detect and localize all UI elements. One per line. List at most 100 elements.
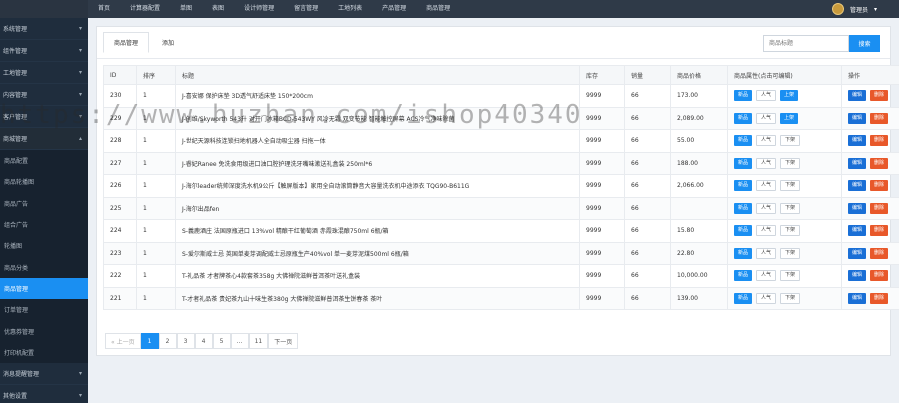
table-row[interactable]: 229 1 J-创维/Skyworth 543升 对开门冰箱BCD-543WY 风冷… [103,106,899,130]
shelf-toggle-button[interactable]: 下架 [780,292,801,304]
sidebar-group[interactable]: 系统管理 ▾ [0,18,88,40]
edit-button[interactable]: 编辑 [848,157,867,169]
topnav-item[interactable]: 计算器配置 [120,0,170,18]
table-row[interactable]: 227 1 J-睿妃Ranee 免洗食用级进口油口腔护理洗牙嘴味漱送礼盒装 250m… [103,151,899,175]
sidebar-subitem[interactable]: 商品广告 [0,192,88,214]
recommend-toggle-button[interactable]: 新品 [734,112,753,124]
shelf-toggle-button[interactable]: 下架 [780,270,801,282]
pagination-page[interactable]: 5 [212,333,231,349]
delete-button[interactable]: 删除 [870,247,889,259]
search-button[interactable]: 搜索 [849,35,880,52]
sidebar-subitem[interactable]: 商品分类 [0,256,88,278]
delete-button[interactable]: 删除 [870,292,889,304]
topnav-item[interactable]: 工地列表 [328,0,372,18]
pagination-page[interactable]: 11 [248,333,269,349]
delete-button[interactable]: 删除 [870,180,889,192]
delete-button[interactable]: 删除 [870,112,889,124]
recommend-toggle-button[interactable]: 新品 [734,135,753,147]
delete-button[interactable]: 删除 [870,157,889,169]
pagination-page[interactable]: ... [230,333,249,349]
table-row[interactable]: 230 1 J-喜安娜 保护床垫 3D透气舒适床垫 150*200cm 9999 66 1… [103,84,899,108]
edit-button[interactable]: 编辑 [848,180,867,192]
topnav-item[interactable]: 商品管理 [416,0,460,18]
shelf-toggle-button[interactable]: 下架 [780,247,801,259]
table-row[interactable]: 221 1 T-才者礼品茶 贵妃茶九山十味生茶380g 大佛禅院滋鲜普洱茶生饼春茶 … [103,286,899,310]
delete-button[interactable]: 删除 [870,202,889,214]
recommend-toggle-button[interactable]: 新品 [734,225,753,237]
shelf-toggle-button[interactable]: 下架 [780,180,801,192]
edit-button[interactable]: 编辑 [848,90,867,102]
shelf-toggle-button[interactable]: 下架 [780,135,801,147]
tab-add[interactable]: 添加 [151,32,185,53]
edit-button[interactable]: 编辑 [848,270,867,282]
recommend-toggle-button[interactable]: 新品 [734,202,753,214]
hot-toggle-button[interactable]: 人气 [756,157,777,169]
pagination-next[interactable]: 下一页 [268,333,299,349]
hot-toggle-button[interactable]: 人气 [756,112,777,124]
sidebar-subitem[interactable]: 商品轮播图 [0,171,88,193]
recommend-toggle-button[interactable]: 新品 [734,90,753,102]
pagination-page[interactable]: 3 [176,333,195,349]
sidebar-subitem[interactable]: 组合广告 [0,213,88,236]
recommend-toggle-button[interactable]: 新品 [734,157,753,169]
hot-toggle-button[interactable]: 人气 [756,292,777,304]
sidebar-subitem[interactable]: 商品管理 [0,277,88,300]
shelf-toggle-button[interactable]: 上架 [780,112,799,124]
user-name[interactable]: 管理员 [850,5,868,14]
table-row[interactable]: 228 1 J-世纪天源科技连锁扫地机器人全自动吸尘器 扫拖一体 9999 66 55.0… [103,129,899,153]
hot-toggle-button[interactable]: 人气 [756,270,777,282]
hot-toggle-button[interactable]: 人气 [756,180,777,192]
shelf-toggle-button[interactable]: 下架 [780,225,801,237]
user-avatar[interactable] [831,3,844,15]
chevron-down-icon[interactable]: ▾ [874,6,877,13]
shelf-toggle-button[interactable]: 上架 [780,90,799,102]
search-input[interactable] [763,35,849,52]
topnav-item[interactable]: 产品管理 [372,0,416,18]
pagination-page[interactable]: 4 [194,333,213,349]
hot-toggle-button[interactable]: 人气 [756,135,777,147]
sidebar-group[interactable]: 其他设置 ▾ [0,385,88,403]
edit-button[interactable]: 编辑 [848,247,867,259]
sidebar-group[interactable]: 工地管理 ▾ [0,62,88,84]
delete-button[interactable]: 删除 [870,225,889,237]
edit-button[interactable]: 编辑 [848,225,867,237]
pagination-prev[interactable]: « 上一页 [105,333,141,349]
tab-product-manage[interactable]: 商品管理 [103,32,150,53]
recommend-toggle-button[interactable]: 新品 [734,180,753,192]
hot-toggle-button[interactable]: 人气 [756,247,777,259]
sidebar-subitem[interactable]: 轮播图 [0,235,88,257]
edit-button[interactable]: 编辑 [848,112,867,124]
sidebar-subitem[interactable]: 订单管理 [0,299,88,321]
edit-button[interactable]: 编辑 [848,135,867,147]
hot-toggle-button[interactable]: 人气 [756,225,777,237]
sidebar-subitem[interactable]: 打印机配置 [0,341,88,363]
sidebar-subitem[interactable]: 商品配置 [0,150,88,172]
hot-toggle-button[interactable]: 人气 [756,90,777,102]
sidebar-group[interactable]: 内容管理 ▾ [0,84,88,106]
sidebar-group[interactable]: 客户管理 ▾ [0,106,88,128]
delete-button[interactable]: 删除 [870,270,889,282]
edit-button[interactable]: 编辑 [848,292,867,304]
sidebar-subitem[interactable]: 优惠券管理 [0,320,88,342]
recommend-toggle-button[interactable]: 新品 [734,292,753,304]
topnav-item[interactable]: 设计师管理 [234,0,284,18]
table-row[interactable]: 226 1 J-海尔leader统帅深度洗水机9公斤【触屏版本】家用全自动滚筒静音大… [103,174,899,198]
recommend-toggle-button[interactable]: 新品 [734,270,753,282]
topnav-item[interactable]: 首页 [88,0,120,18]
topnav-item[interactable]: 表图 [202,0,234,18]
table-row[interactable]: 225 1 J-海尔出品fen 9999 66 新品 人气 下架 编辑 删除 [103,196,899,220]
shelf-toggle-button[interactable]: 下架 [780,202,801,214]
topnav-item[interactable]: 单图 [170,0,202,18]
sidebar-group[interactable]: 组件管理 ▾ [0,40,88,62]
edit-button[interactable]: 编辑 [848,202,867,214]
table-row[interactable]: 222 1 T-礼品茶 才者牌茶心4款套茶358g 大佛禅院滋鲜普洱茶叶送礼盒装 99… [103,264,899,288]
recommend-toggle-button[interactable]: 新品 [734,247,753,259]
table-row[interactable]: 223 1 S-爱尔斯威士忌 英国单麦芽调配威士忌原瓶生产40%vol 单一麦芽泥煤… [103,241,899,265]
delete-button[interactable]: 删除 [870,90,889,102]
sidebar-group[interactable]: 消息提醒管理 ▾ [0,363,88,385]
table-row[interactable]: 224 1 S-義鹿酒庄 法国原瓶进口 13%vol 精酿干红葡萄酒 赤霞珠混酿75… [103,219,899,243]
pagination-page[interactable]: 1 [140,333,159,349]
sidebar-group[interactable]: 商城管理 ▴ [0,128,88,150]
hot-toggle-button[interactable]: 人气 [756,202,777,214]
delete-button[interactable]: 删除 [870,135,889,147]
